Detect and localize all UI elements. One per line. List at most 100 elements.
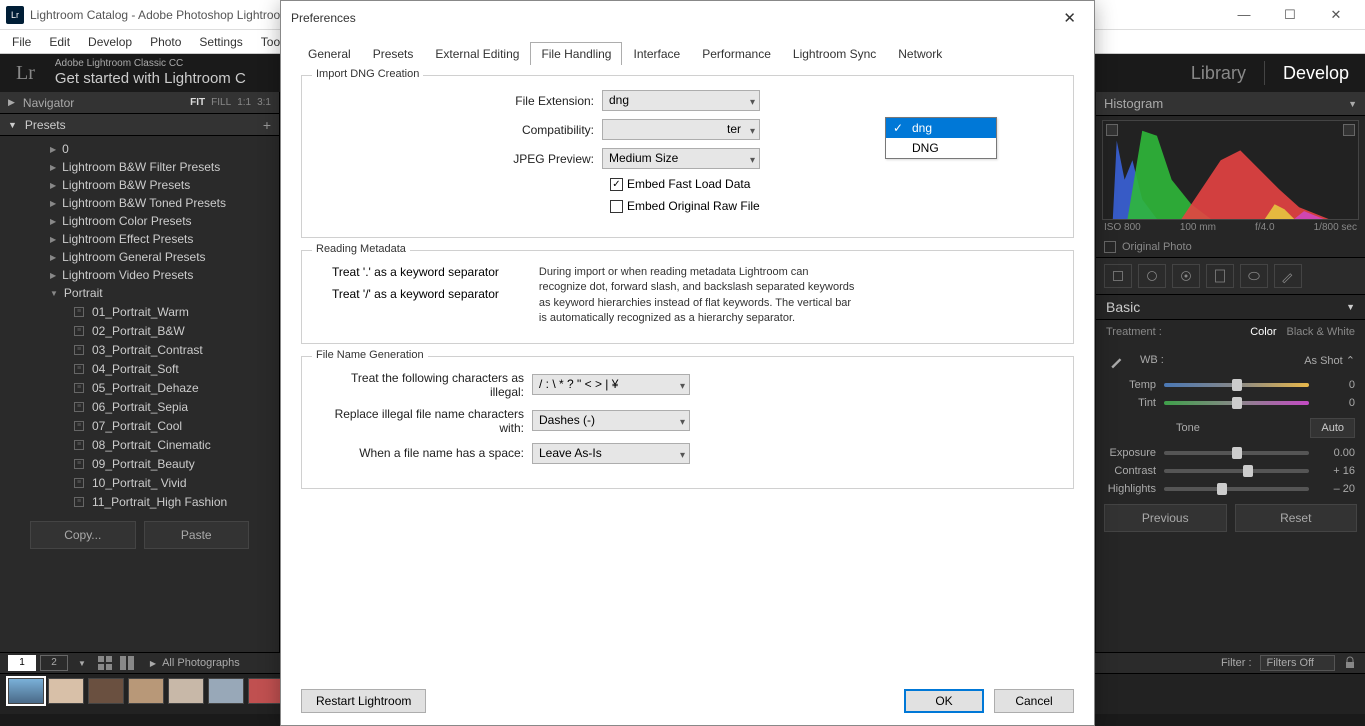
preset-group[interactable]: ▶Lightroom Video Presets — [0, 266, 279, 284]
dialog-close-button[interactable]: ✕ — [1055, 5, 1084, 31]
presets-header[interactable]: ▼ Presets + — [0, 114, 279, 136]
tab-file-handling[interactable]: File Handling — [530, 42, 622, 65]
lock-icon[interactable] — [1343, 656, 1357, 670]
tint-slider[interactable]: Tint 0 — [1096, 394, 1365, 412]
menu-develop[interactable]: Develop — [80, 32, 140, 52]
paste-button[interactable]: Paste — [144, 521, 250, 549]
nav-3-1[interactable]: 3:1 — [257, 97, 271, 108]
thumbnail[interactable] — [248, 678, 284, 704]
preset-group[interactable]: ▶Lightroom B&W Presets — [0, 176, 279, 194]
illegal-chars-select[interactable]: / : \ * ? " < > | ¥ — [532, 374, 690, 395]
auto-button[interactable]: Auto — [1310, 418, 1355, 438]
nav-fill[interactable]: FILL — [211, 97, 231, 108]
jpeg-preview-select[interactable]: Medium Size — [602, 148, 760, 169]
exposure-slider[interactable]: Exposure 0.00 — [1096, 444, 1365, 462]
source-label[interactable]: All Photographs — [162, 657, 240, 669]
dropdown-option[interactable]: DNG — [886, 138, 996, 158]
thumbnail[interactable] — [208, 678, 244, 704]
preset-group[interactable]: ▶Lightroom B&W Filter Presets — [0, 158, 279, 176]
tab-lightroom-sync[interactable]: Lightroom Sync — [782, 42, 887, 65]
wb-select[interactable]: As Shot ⌃ — [1304, 354, 1355, 367]
menu-file[interactable]: File — [4, 32, 39, 52]
preset-group-open[interactable]: ▼Portrait — [0, 284, 279, 302]
original-photo-toggle[interactable]: Original Photo — [1096, 237, 1365, 257]
grid-icon[interactable] — [98, 656, 112, 670]
compare-icon[interactable] — [120, 656, 134, 670]
add-preset-icon[interactable]: + — [263, 117, 271, 133]
file-extension-select[interactable]: dng — [602, 90, 760, 111]
nav-1-1[interactable]: 1:1 — [237, 97, 251, 108]
preset-item[interactable]: ≡03_Portrait_Contrast — [0, 340, 279, 359]
histogram-header[interactable]: Histogram ▼ — [1096, 92, 1365, 116]
spot-tool-icon[interactable] — [1138, 264, 1166, 288]
close-button[interactable]: ✕ — [1313, 0, 1359, 30]
treat-color[interactable]: Color — [1250, 326, 1276, 338]
preset-item[interactable]: ≡07_Portrait_Cool — [0, 416, 279, 435]
tab-presets[interactable]: Presets — [362, 42, 425, 65]
view-2[interactable]: 2 — [40, 655, 68, 671]
thumbnail[interactable] — [128, 678, 164, 704]
tab-performance[interactable]: Performance — [691, 42, 782, 65]
treat-bw[interactable]: Black & White — [1287, 326, 1355, 338]
gradient-tool-icon[interactable] — [1206, 264, 1234, 288]
preset-group[interactable]: ▶Lightroom Effect Presets — [0, 230, 279, 248]
preset-item[interactable]: ≡02_Portrait_B&W — [0, 321, 279, 340]
cancel-button[interactable]: Cancel — [994, 689, 1074, 713]
view-1[interactable]: 1 — [8, 655, 36, 671]
ok-button[interactable]: OK — [904, 689, 984, 713]
minimize-button[interactable]: — — [1221, 0, 1267, 30]
compatibility-select[interactable]: ter — [602, 119, 760, 140]
copy-button[interactable]: Copy... — [30, 521, 136, 549]
highlight-clip-icon[interactable] — [1343, 124, 1355, 136]
contrast-slider[interactable]: Contrast + 16 — [1096, 462, 1365, 480]
menu-photo[interactable]: Photo — [142, 32, 189, 52]
preset-item[interactable]: ≡08_Portrait_Cinematic — [0, 435, 279, 454]
thumbnail[interactable] — [168, 678, 204, 704]
previous-button[interactable]: Previous — [1104, 504, 1227, 532]
reset-button[interactable]: Reset — [1235, 504, 1358, 532]
slash-separator-checkbox[interactable]: Treat '/' as a keyword separator — [332, 287, 499, 301]
basic-header[interactable]: Basic ▼ — [1096, 295, 1365, 320]
thumbnail[interactable] — [88, 678, 124, 704]
thumbnail[interactable] — [8, 678, 44, 704]
checkbox-icon[interactable] — [1104, 241, 1116, 253]
temp-slider[interactable]: Temp 0 — [1096, 376, 1365, 394]
embed-fast-load-checkbox[interactable]: Embed Fast Load Data — [610, 177, 750, 191]
eyedropper-icon[interactable] — [1106, 348, 1130, 372]
tab-network[interactable]: Network — [887, 42, 953, 65]
preset-item[interactable]: ≡09_Portrait_Beauty — [0, 454, 279, 473]
tab-external-editing[interactable]: External Editing — [424, 42, 530, 65]
preset-group[interactable]: ▶0 — [0, 140, 279, 158]
restart-lightroom-button[interactable]: Restart Lightroom — [301, 689, 426, 713]
preset-group[interactable]: ▶Lightroom General Presets — [0, 248, 279, 266]
preset-item[interactable]: ≡11_Portrait_High Fashion — [0, 492, 279, 511]
thumbnail[interactable] — [48, 678, 84, 704]
maximize-button[interactable]: ☐ — [1267, 0, 1313, 30]
preset-item[interactable]: ≡04_Portrait_Soft — [0, 359, 279, 378]
replace-chars-select[interactable]: Dashes (-) — [532, 410, 690, 431]
file-extension-dropdown[interactable]: dng DNG — [885, 117, 997, 159]
preset-item[interactable]: ≡05_Portrait_Dehaze — [0, 378, 279, 397]
preset-item[interactable]: ≡10_Portrait_ Vivid — [0, 473, 279, 492]
histogram-chart[interactable] — [1102, 120, 1359, 220]
shadow-clip-icon[interactable] — [1106, 124, 1118, 136]
embed-raw-checkbox[interactable]: Embed Original Raw File — [610, 199, 760, 213]
module-library[interactable]: Library — [1191, 63, 1246, 84]
menu-edit[interactable]: Edit — [41, 32, 78, 52]
highlights-slider[interactable]: Highlights – 20 — [1096, 480, 1365, 498]
space-handling-select[interactable]: Leave As-Is — [532, 443, 690, 464]
filter-select[interactable]: Filters Off — [1260, 655, 1335, 671]
crop-tool-icon[interactable] — [1104, 264, 1132, 288]
preset-group[interactable]: ▶Lightroom B&W Toned Presets — [0, 194, 279, 212]
tab-interface[interactable]: Interface — [622, 42, 691, 65]
menu-settings[interactable]: Settings — [191, 32, 250, 52]
preset-group[interactable]: ▶Lightroom Color Presets — [0, 212, 279, 230]
tab-general[interactable]: General — [297, 42, 362, 65]
preset-item[interactable]: ≡06_Portrait_Sepia — [0, 397, 279, 416]
preset-item[interactable]: ≡01_Portrait_Warm — [0, 302, 279, 321]
dropdown-option[interactable]: dng — [886, 118, 996, 138]
redeye-tool-icon[interactable] — [1172, 264, 1200, 288]
nav-fit[interactable]: FIT — [190, 97, 205, 108]
dot-separator-checkbox[interactable]: Treat '.' as a keyword separator — [332, 265, 499, 279]
navigator-panel[interactable]: ▶ Navigator FIT FILL 1:1 3:1 — [0, 92, 279, 114]
